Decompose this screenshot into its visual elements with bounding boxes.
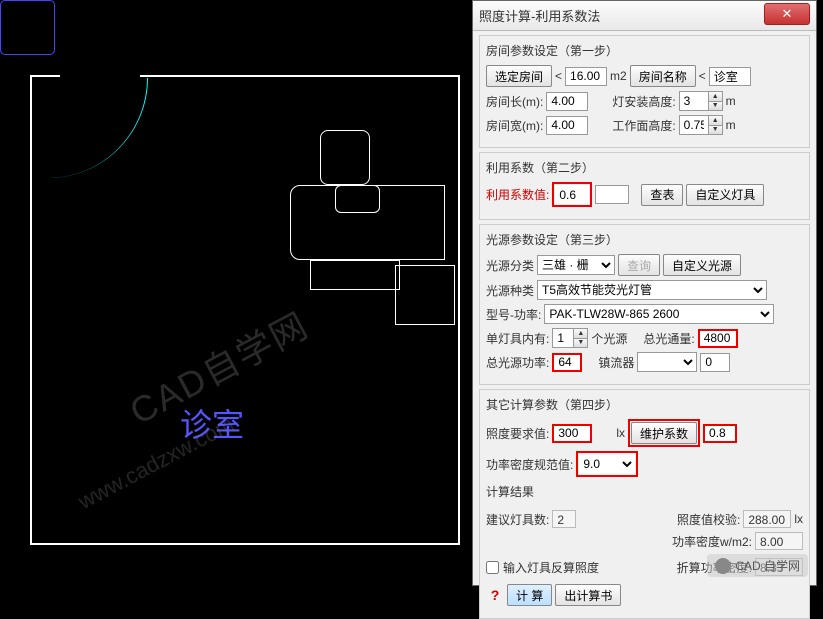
step1-title: 房间参数设定（第一步） [486, 42, 803, 59]
cad-drawing-area: 诊室 CAD自学网 www.cadzxw.com [0, 0, 470, 586]
density-highlight: 9.0 [576, 451, 638, 477]
reverse-label: 输入灯具反算照度 [503, 559, 599, 576]
close-button[interactable]: ✕ [764, 3, 810, 25]
select-room-button[interactable]: 选定房间 [486, 65, 552, 87]
maint-input[interactable] [703, 424, 737, 443]
check-label: 照度值校验: [677, 511, 740, 528]
furniture-chair [320, 130, 370, 185]
install-height-label: 灯安装高度: [612, 93, 675, 110]
step3-title: 光源参数设定（第三步） [486, 231, 803, 248]
room-name-suffix: < [699, 69, 706, 83]
step3-section: 光源参数设定（第三步） 光源分类 三雄 · 栅 查询 自定义光源 光源种类 T5… [479, 224, 810, 385]
check-value: 288.00 [743, 510, 791, 528]
maint-highlight: 维护系数 [628, 419, 700, 447]
step2-section: 利用系数（第二步） 利用系数值: 查表 自定义灯具 [479, 152, 810, 220]
furniture-cabinet [395, 265, 455, 325]
query-button[interactable]: 查询 [618, 254, 660, 276]
install-height-input[interactable] [680, 92, 708, 110]
width-input[interactable] [546, 116, 588, 135]
spinner-down-icon[interactable]: ▼ [573, 339, 587, 348]
work-height-input[interactable] [680, 116, 708, 134]
per-fixture-spinner[interactable]: ▲▼ [552, 328, 588, 348]
ballast-select[interactable] [637, 352, 697, 372]
source-class-label: 光源分类 [486, 257, 534, 274]
coef-label: 利用系数值: [486, 186, 549, 203]
pd-value: 8.00 [755, 532, 803, 550]
spinner-down-icon[interactable]: ▼ [708, 126, 722, 135]
room-name-button[interactable]: 房间名称 [630, 65, 696, 87]
furniture-sink [0, 0, 55, 55]
area-input[interactable] [565, 67, 607, 86]
dialog-title: 照度计算-利用系数法 [479, 6, 600, 25]
spinner-up-icon[interactable]: ▲ [708, 92, 722, 102]
source-type-select[interactable]: T5高效节能荧光灯管 [537, 280, 767, 300]
lighting-calc-dialog: 照度计算-利用系数法 ✕ 房间参数设定（第一步） 选定房间 < m2 房间名称 … [472, 0, 817, 586]
results-title: 计算结果 [486, 483, 803, 500]
illum-req-label: 照度要求值: [486, 425, 549, 442]
coef-extra-input[interactable] [595, 185, 629, 204]
work-height-spinner[interactable]: ▲▼ [679, 115, 723, 135]
illum-unit: lx [616, 426, 625, 440]
reverse-checkbox[interactable] [486, 561, 499, 574]
work-height-unit: m [726, 118, 736, 132]
custom-source-button[interactable]: 自定义光源 [663, 254, 741, 276]
per-fixture-label: 单灯具内有: [486, 330, 549, 347]
total-flux-input[interactable] [698, 329, 738, 348]
area-unit: m2 [610, 69, 627, 83]
total-flux-label: 总光通量: [643, 330, 694, 347]
density-select[interactable]: 9.0 [579, 454, 635, 474]
room-name-input[interactable] [709, 67, 751, 86]
length-label: 房间长(m): [486, 93, 543, 110]
wechat-brand-text: CAD 自学网 [735, 557, 800, 574]
furniture-shelf [310, 260, 400, 290]
suggest-value: 2 [552, 510, 576, 528]
calc-button[interactable]: 计 算 [507, 584, 552, 606]
ballast-label: 镇流器 [598, 354, 634, 371]
wechat-brand-overlay: CAD 自学网 [707, 554, 808, 577]
model-label: 型号-功率: [486, 306, 541, 323]
spinner-up-icon[interactable]: ▲ [573, 329, 587, 339]
per-fixture-input[interactable] [553, 329, 573, 347]
source-class-select[interactable]: 三雄 · 栅 [537, 255, 615, 275]
source-type-label: 光源种类 [486, 282, 534, 299]
total-power-label: 总光源功率: [486, 354, 549, 371]
export-button[interactable]: 出计算书 [555, 584, 621, 606]
total-power-input[interactable] [552, 353, 582, 372]
per-fixture-unit: 个光源 [591, 330, 627, 347]
install-height-unit: m [726, 94, 736, 108]
room-label: 诊室 [180, 400, 244, 446]
model-select[interactable]: PAK-TLW28W-865 2600 [544, 304, 774, 324]
custom-fixture-button[interactable]: 自定义灯具 [686, 184, 764, 206]
close-icon: ✕ [782, 6, 793, 22]
furniture-seat [335, 185, 380, 213]
step1-section: 房间参数设定（第一步） 选定房间 < m2 房间名称 < 房间长(m): 灯安装… [479, 35, 810, 148]
length-input[interactable] [546, 92, 588, 111]
check-unit: lx [794, 512, 803, 526]
illum-req-input[interactable] [552, 424, 592, 443]
install-height-spinner[interactable]: ▲▼ [679, 91, 723, 111]
wechat-icon [715, 558, 731, 574]
coef-highlight [552, 182, 592, 207]
work-height-label: 工作面高度: [612, 117, 675, 134]
suggest-label: 建议灯具数: [486, 511, 549, 528]
step2-title: 利用系数（第二步） [486, 159, 803, 176]
pd-label: 功率密度w/m2: [672, 533, 752, 550]
width-label: 房间宽(m): [486, 117, 543, 134]
titlebar[interactable]: 照度计算-利用系数法 ✕ [473, 1, 816, 31]
help-icon[interactable]: ? [486, 586, 504, 604]
step4-title: 其它计算参数（第四步） [486, 396, 803, 413]
spinner-down-icon[interactable]: ▼ [708, 102, 722, 111]
coef-input[interactable] [555, 185, 589, 204]
density-label: 功率密度规范值: [486, 456, 573, 473]
area-suffix: < [555, 69, 562, 83]
spinner-up-icon[interactable]: ▲ [708, 116, 722, 126]
step4-section: 其它计算参数（第四步） 照度要求值: lx 维护系数 功率密度规范值: 9.0 … [479, 389, 810, 619]
lookup-button[interactable]: 查表 [641, 184, 683, 206]
maint-button[interactable]: 维护系数 [631, 422, 697, 444]
ballast-value-input[interactable] [700, 353, 730, 372]
